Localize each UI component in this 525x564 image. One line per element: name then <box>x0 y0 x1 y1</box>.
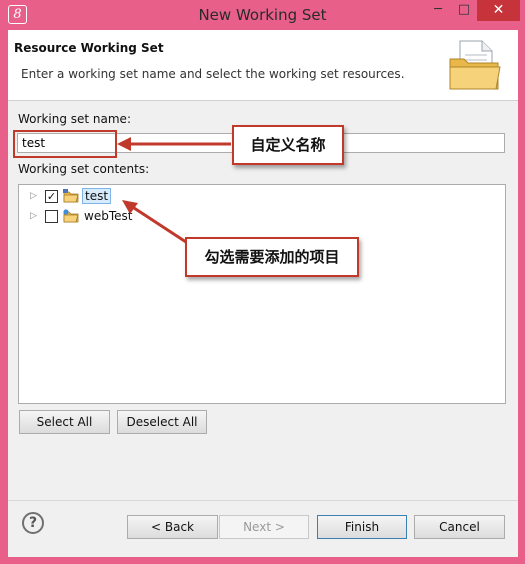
deselect-all-button[interactable]: Deselect All <box>117 410 207 434</box>
select-callout: 勾选需要添加的项目 <box>185 237 359 277</box>
dialog-body: Resource Working Set Enter a working set… <box>8 30 518 557</box>
minimize-button[interactable]: ─ <box>425 0 451 21</box>
maximize-button[interactable]: □ <box>451 0 477 21</box>
banner-description: Enter a working set name and select the … <box>21 67 405 81</box>
dialog-window: 8 New Working Set ─ □ ✕ Resource Working… <box>0 0 525 564</box>
expand-arrow-icon[interactable]: ▷ <box>30 191 37 201</box>
web-project-folder-icon <box>63 209 79 223</box>
working-set-contents-label: Working set contents: <box>18 162 150 176</box>
footer-divider <box>8 500 518 501</box>
tree-item-label[interactable]: webTest <box>82 209 134 223</box>
close-button[interactable]: ✕ <box>477 0 520 21</box>
working-set-name-label: Working set name: <box>18 112 131 126</box>
next-button[interactable]: Next > <box>219 515 309 539</box>
expand-arrow-icon[interactable]: ▷ <box>30 211 37 221</box>
title-bar[interactable]: 8 New Working Set ─ □ ✕ <box>0 0 525 30</box>
cancel-button[interactable]: Cancel <box>414 515 505 539</box>
wizard-banner: Resource Working Set Enter a working set… <box>8 30 518 101</box>
tree-item-test[interactable]: ▷ ✓ test <box>19 188 219 206</box>
name-callout: 自定义名称 <box>232 125 344 165</box>
project-folder-icon <box>63 189 79 203</box>
tree-item-webtest[interactable]: ▷ webTest <box>19 208 219 226</box>
tree-item-checkbox[interactable] <box>45 210 58 223</box>
finish-button[interactable]: Finish <box>317 515 407 539</box>
resource-tree[interactable]: ▷ ✓ test ▷ webTest <box>18 184 506 404</box>
tree-item-checkbox[interactable]: ✓ <box>45 190 58 203</box>
select-all-button[interactable]: Select All <box>19 410 110 434</box>
folder-document-icon <box>449 40 501 90</box>
banner-title: Resource Working Set <box>14 41 164 55</box>
tree-item-label[interactable]: test <box>82 188 112 204</box>
back-button[interactable]: < Back <box>127 515 218 539</box>
name-field-highlight <box>13 130 117 158</box>
help-icon[interactable]: ? <box>22 512 44 534</box>
